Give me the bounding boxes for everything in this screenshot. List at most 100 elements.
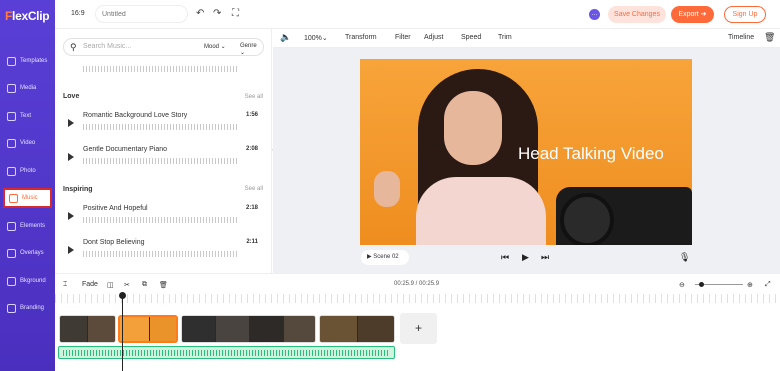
mood-dropdown[interactable]: Mood ⌄ (204, 43, 226, 50)
sidebar-item-elements[interactable]: Elements (3, 216, 52, 236)
help-chat-icon[interactable]: … (589, 9, 600, 20)
scene-button[interactable]: ▶ Scene 02 (361, 250, 409, 265)
previous-icon[interactable]: ⏮ (501, 252, 509, 263)
presenter-hand (374, 171, 400, 207)
play-icon[interactable] (68, 153, 74, 161)
search-input[interactable]: Search Music... (83, 43, 131, 50)
track-waveform (83, 217, 238, 223)
music-track[interactable]: Gentle Documentary Piano 2:08 (63, 144, 264, 170)
play-icon[interactable] (68, 119, 74, 127)
music-track[interactable]: Positive And Hopeful 2:18 (63, 203, 264, 229)
photo-icon (7, 166, 16, 176)
branding-icon (7, 303, 16, 313)
timeline-toolbar: ⌶ Fade ◫ ✂ ⧉ 🗑 00:25.9 / 00:25.9 ⊖ ⊕ ⤢ (55, 273, 780, 294)
timeline: + (55, 292, 780, 371)
sign-up-button[interactable]: Sign Up (724, 6, 766, 23)
flexclip-logo[interactable]: FlexClip (5, 9, 50, 23)
fullscreen-icon[interactable]: ⛶ (232, 8, 239, 19)
templates-icon (7, 56, 16, 66)
music-panel: ⚲ Search Music... Mood ⌄ Genre ⌄ Love Se… (55, 29, 272, 273)
volume-icon[interactable]: 🔈 (280, 32, 291, 43)
sidebar-item-photo[interactable]: Photo (3, 161, 52, 181)
track-duration: 2:18 (245, 205, 258, 211)
add-clip-button[interactable]: + (400, 313, 437, 344)
zoom-out-icon[interactable]: ⊖ (679, 281, 685, 289)
layout-icon[interactable]: ◫ (107, 281, 114, 289)
elements-icon (7, 221, 16, 231)
clip-thumbnail (358, 316, 394, 342)
scene-label: Scene 02 (373, 254, 399, 260)
play-icon[interactable] (68, 212, 74, 220)
track-waveform (83, 158, 238, 164)
zoom-slider-handle[interactable] (699, 282, 704, 287)
clip-thumbnail (182, 316, 216, 342)
undo-icon[interactable]: ↶ (196, 8, 204, 19)
track-waveform (83, 124, 238, 130)
section-title-love: Love (63, 93, 80, 100)
timeline-button[interactable]: Timeline (728, 34, 754, 41)
music-track[interactable]: Dont Stop Believing 2:11 (63, 237, 264, 263)
delete-icon[interactable]: 🗑 (159, 281, 168, 289)
presenter-face (444, 91, 502, 165)
video-clip[interactable] (59, 315, 116, 343)
track-name: Romantic Background Love Story (83, 112, 188, 119)
overlays-icon (7, 248, 16, 258)
redo-icon[interactable]: ↷ (213, 8, 221, 19)
time-display: 00:25.9 / 00:25.9 (394, 281, 440, 287)
sidebar-item-music[interactable]: Music (3, 188, 52, 208)
play-icon[interactable] (68, 246, 74, 254)
cut-icon[interactable]: ✂ (124, 281, 130, 289)
zoom-in-icon[interactable]: ⊕ (747, 281, 753, 289)
adjust-button[interactable]: Adjust (424, 34, 443, 41)
sidebar-item-templates[interactable]: Templates (3, 51, 52, 71)
duplicate-icon[interactable]: ⧉ (142, 281, 147, 289)
video-title-text[interactable]: Head Talking Video (518, 144, 664, 164)
video-canvas[interactable]: Head Talking Video (360, 59, 692, 245)
playhead[interactable] (119, 292, 126, 371)
sidebar-item-media[interactable]: Media (3, 78, 52, 98)
track-waveform (83, 251, 238, 257)
zoom-dropdown[interactable]: 100%⌄ (304, 34, 328, 42)
filter-button[interactable]: Filter (395, 34, 411, 41)
play-icon[interactable]: ▶ (522, 252, 529, 263)
music-track[interactable]: Romantic Background Love Story 1:56 (63, 110, 264, 136)
see-all-inspiring-link[interactable]: See all (245, 186, 263, 192)
next-icon[interactable]: ⏭ (541, 252, 549, 263)
see-all-love-link[interactable]: See all (245, 94, 263, 100)
track-duration: 2:08 (245, 146, 258, 152)
video-clip[interactable] (319, 315, 395, 343)
camera-lens (560, 193, 614, 245)
speed-button[interactable]: Speed (461, 34, 481, 41)
track-name: Gentle Documentary Piano (83, 146, 168, 153)
sidebar-item-bkground[interactable]: Bkground (3, 271, 52, 291)
delete-icon[interactable]: 🗑 (764, 32, 775, 43)
sidebar-item-overlays[interactable]: Overlays (3, 243, 52, 263)
video-icon (7, 138, 16, 148)
clip-thumbnail (284, 316, 315, 342)
track-name: Dont Stop Believing (83, 239, 145, 246)
export-button[interactable]: Export ➔ (671, 6, 714, 23)
top-bar: 16:9 ↶ ↷ ⛶ … Save Changes Export ➔ Sign … (55, 0, 780, 29)
aspect-ratio-button[interactable]: 16:9 (71, 10, 85, 17)
project-title-input[interactable] (95, 5, 188, 23)
audio-track[interactable] (58, 346, 395, 359)
music-search-bar[interactable]: ⚲ Search Music... Mood ⌄ Genre ⌄ (63, 38, 264, 56)
microphone-icon[interactable]: 🎙 (679, 252, 690, 263)
genre-dropdown[interactable]: Genre ⌄ (240, 43, 263, 56)
video-clip-selected[interactable] (118, 315, 178, 343)
save-changes-button[interactable]: Save Changes (608, 6, 666, 23)
sidebar-item-video[interactable]: Video (3, 133, 52, 153)
split-icon[interactable]: ⌶ (63, 281, 67, 289)
fit-icon[interactable]: ⤢ (765, 281, 771, 289)
trim-button[interactable]: Trim (498, 34, 512, 41)
edit-toolbar: 🔈 100%⌄ Transform Filter Adjust Speed Tr… (273, 29, 780, 48)
track-name: Positive And Hopeful (83, 205, 148, 212)
sidebar-item-text[interactable]: Text (3, 106, 52, 126)
flexclip-editor: FlexClip Templates Media Text Video Phot… (0, 0, 780, 371)
clip-thumbnail (60, 316, 88, 342)
video-clip[interactable] (181, 315, 316, 343)
sidebar-item-branding[interactable]: Branding (3, 298, 52, 318)
background-icon (7, 276, 16, 286)
transform-button[interactable]: Transform (345, 34, 377, 41)
fade-button[interactable]: Fade (82, 281, 98, 288)
